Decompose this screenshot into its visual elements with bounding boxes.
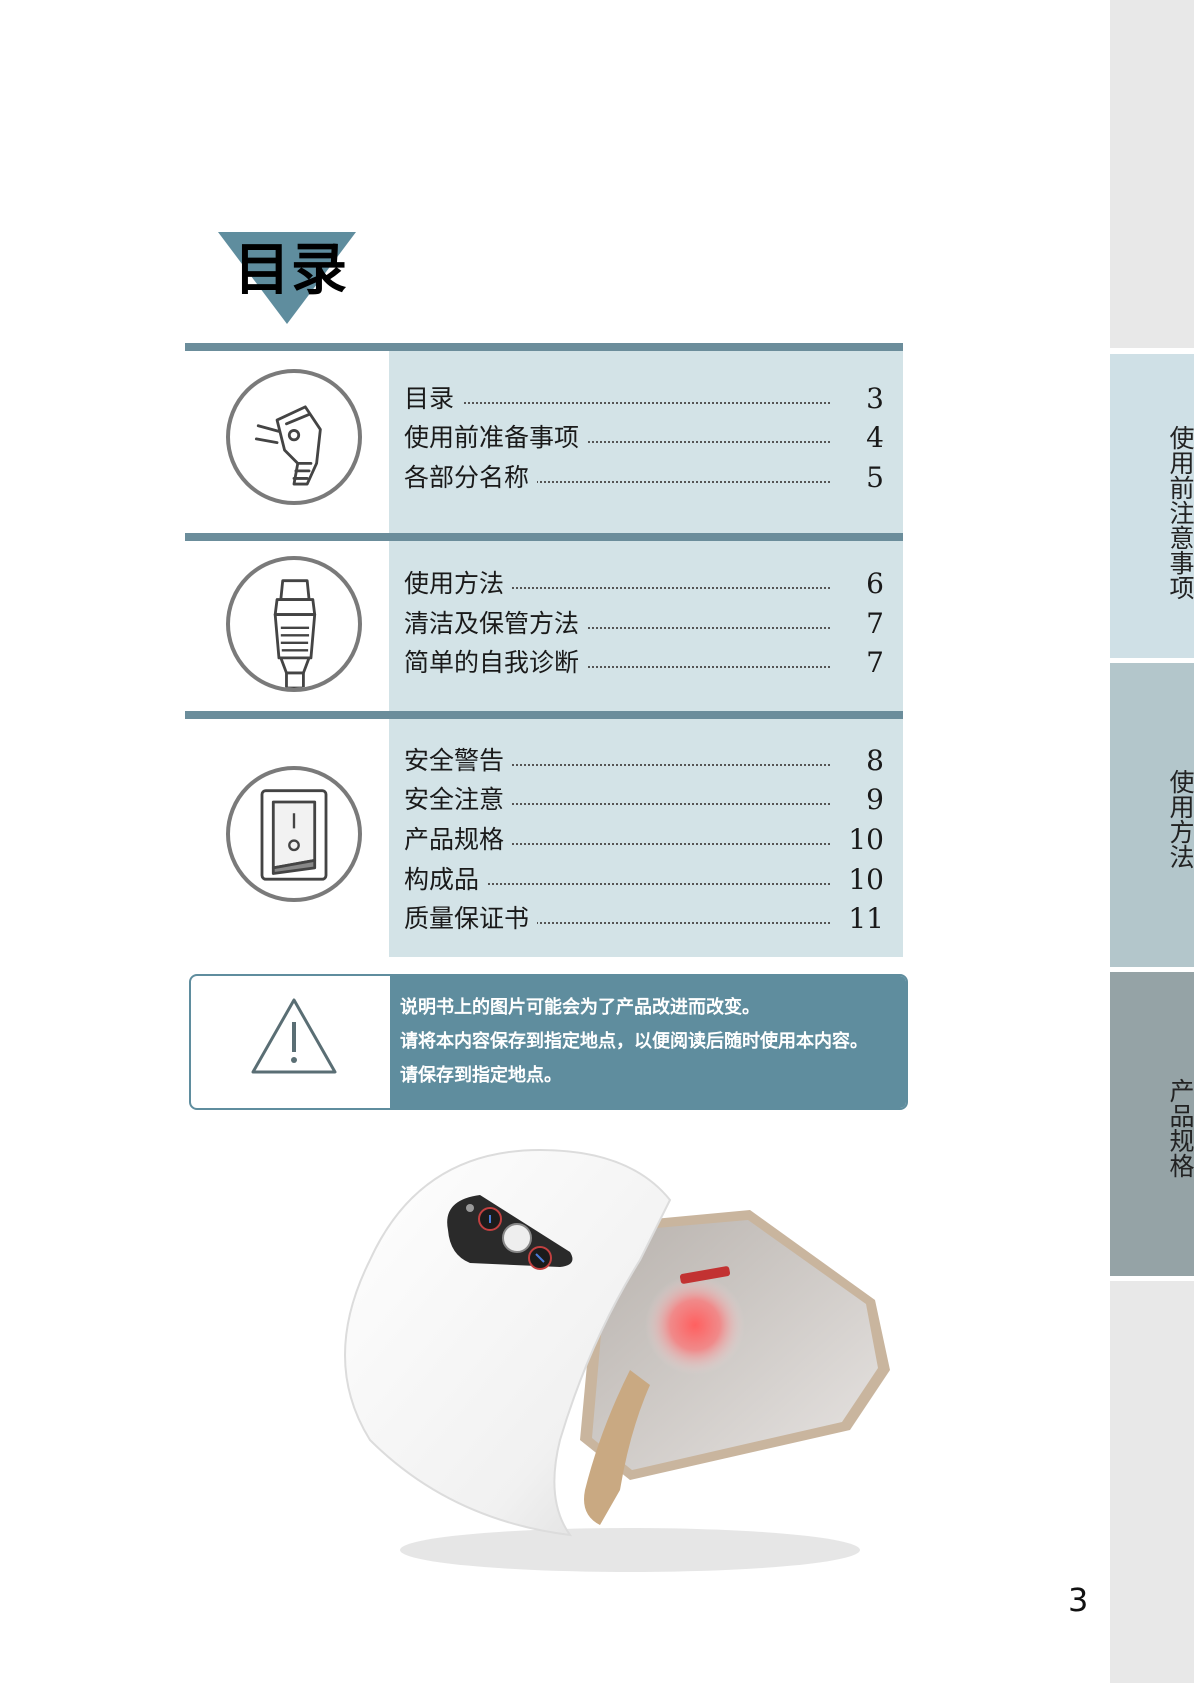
toc-entry-page: 5 [866,461,884,494]
connector-icon [226,556,362,692]
side-tab-blank-top [1110,0,1194,348]
toc-entry-page: 3 [866,382,884,415]
section-divider [185,711,903,719]
toc-entry-label: 安全注意 [404,783,513,817]
toc-entry-page: 9 [866,783,884,816]
toc-entry[interactable]: 使用前准备事项 4 [404,421,884,455]
notice-line: 请将本内容保存到指定地点，以便阅读后随时使用本内容。 [400,1031,868,1052]
power-switch-icon [226,766,362,902]
toc-entry-page: 10 [848,823,884,856]
product-image [344,1148,890,1572]
toc-entry-page: 7 [866,607,884,640]
dot-leader [404,402,830,404]
toc-entry[interactable]: 安全警告 8 [404,744,884,778]
notice-line: 说明书上的图片可能会为了产品改进而改变。 [400,997,760,1018]
toc-entry-page: 8 [866,744,884,777]
toc-entry-label: 目录 [404,382,463,416]
toc-entry[interactable]: 产品规格 10 [404,823,884,857]
toc-entry[interactable]: 简单的自我诊断 7 [404,646,884,680]
side-tab-label: 使用前注意事项 [1166,424,1194,600]
toc-entry[interactable]: 清洁及保管方法 7 [404,607,884,641]
page-number: 3 [1068,1581,1089,1619]
toc-entry-label: 安全警告 [404,744,513,778]
toc-entry-label: 清洁及保管方法 [404,607,588,641]
side-tab-specs[interactable]: 产品规格 [1110,972,1194,1276]
side-tab-blank-bottom [1110,1281,1194,1683]
toc-entry[interactable]: 使用方法 6 [404,567,884,601]
notice-text-panel: 说明书上的图片可能会为了产品改进而改变。 请将本内容保存到指定地点，以便阅读后随… [390,976,906,1108]
toc-entry-page: 7 [866,646,884,679]
notice-box: 说明书上的图片可能会为了产品改进而改变。 请将本内容保存到指定地点，以便阅读后随… [189,974,908,1110]
toc-entry-label: 使用前准备事项 [404,421,588,455]
side-tab-usage[interactable]: 使用方法 [1110,663,1194,967]
section-divider [185,343,903,351]
toc-entry[interactable]: 构成品 10 [404,863,884,897]
toc-entry[interactable]: 质量保证书 11 [404,902,884,936]
toc-entry-page: 4 [866,421,884,454]
toc-entry-page: 11 [848,902,884,935]
toc-entry[interactable]: 各部分名称 5 [404,461,884,495]
warning-icon [251,998,337,1074]
toc-entry-label: 使用方法 [404,567,513,601]
section-divider [185,533,903,541]
toc-entry[interactable]: 安全注意 9 [404,783,884,817]
toc-entry[interactable]: 目录 3 [404,382,884,416]
plug-icon [226,369,362,505]
toc-entry-page: 6 [866,567,884,600]
page-title: 目录 [234,238,348,303]
toc-entry-label: 构成品 [404,863,488,897]
toc-entry-label: 产品规格 [404,823,513,857]
toc-entry-label: 质量保证书 [404,902,538,936]
notice-line: 请保存到指定地点。 [400,1065,562,1086]
toc-entry-page: 10 [848,863,884,896]
side-tab-precautions[interactable]: 使用前注意事项 [1110,354,1194,658]
toc-entry-label: 简单的自我诊断 [404,646,588,680]
toc-entry-label: 各部分名称 [404,461,538,495]
side-tab-label: 产品规格 [1166,1078,1194,1178]
side-tab-label: 使用方法 [1166,769,1194,869]
